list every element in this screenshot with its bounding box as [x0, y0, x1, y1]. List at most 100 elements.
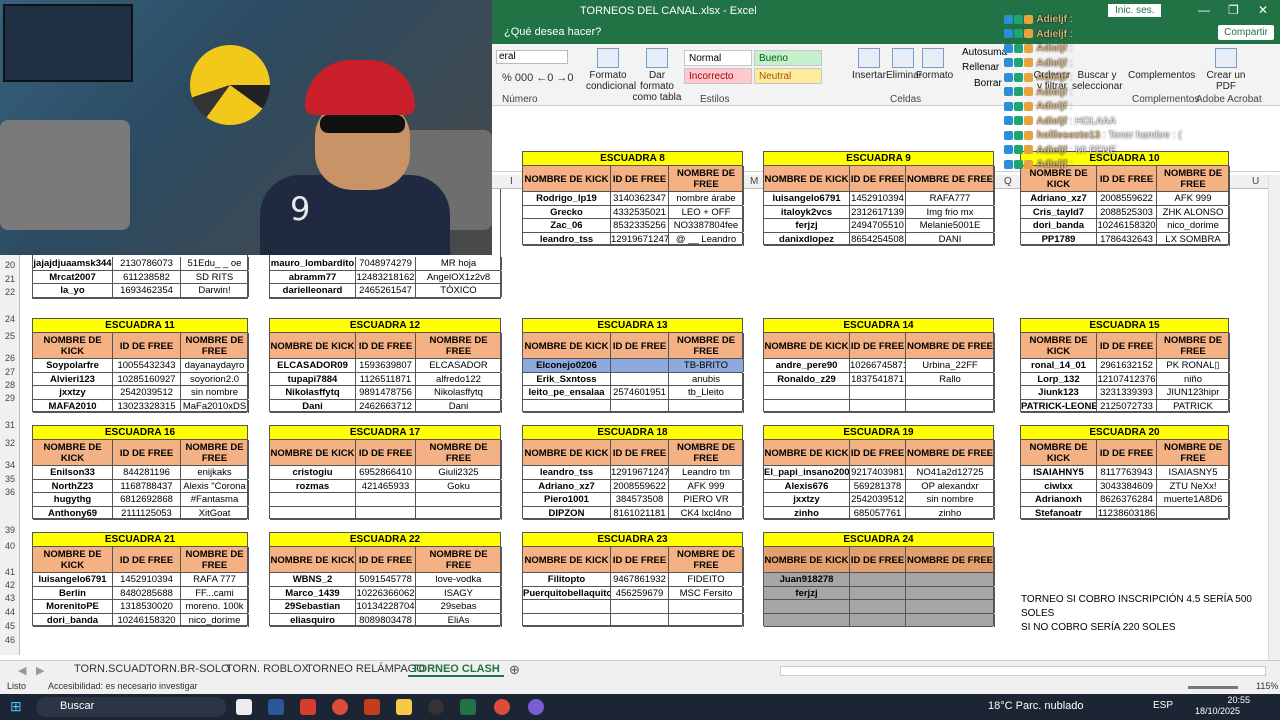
cell[interactable]: hugythg	[33, 493, 113, 506]
table-row[interactable]: Juan918278	[764, 573, 995, 587]
table-row[interactable]: Piero1001 384573508 PIERO VR	[523, 493, 744, 507]
cell[interactable]: MaFa2010xDS	[181, 399, 249, 413]
row-header[interactable]: 45	[0, 621, 20, 631]
cell[interactable]: Rallo	[906, 372, 995, 386]
cell[interactable]: 6952866410	[356, 466, 416, 479]
table-row[interactable]: italoyk2vcs 2312617139 Img frio mx	[764, 205, 995, 219]
cell[interactable]: Piero1001	[523, 493, 611, 506]
cell[interactable]: 10246158320	[113, 613, 181, 627]
squad-table[interactable]: ESCUADRA 14 NOMBRE DE KICK ID DE FREE NOMBR…	[763, 318, 995, 413]
cell[interactable]	[669, 613, 744, 627]
cell[interactable]	[270, 506, 356, 520]
cell[interactable]: SD RITS	[181, 270, 249, 284]
table-row[interactable]: ferjzj 2494705510 Melanie5001E	[764, 219, 995, 233]
zoom-level[interactable]: 115%	[1256, 681, 1278, 691]
table-row[interactable]: Adriano_xz7 2008559622 AFK 999	[1021, 192, 1230, 206]
cell[interactable]: Adriano_xz7	[1021, 192, 1097, 205]
cell[interactable]: dori_banda	[33, 613, 113, 627]
app-icon[interactable]	[528, 699, 544, 715]
tab-torn-scuad[interactable]: TORN.SCUAD	[70, 663, 151, 675]
cell[interactable]: Zac_06	[523, 219, 611, 232]
cell[interactable]: moreno. 100k	[181, 600, 249, 613]
cell[interactable]: AngelOX1z2v8	[416, 270, 502, 284]
cell[interactable]: soyorion2.0	[181, 372, 249, 386]
cell[interactable]: FF...cami	[181, 586, 249, 600]
cell[interactable]	[611, 372, 669, 386]
style-normal[interactable]: Normal	[684, 50, 752, 66]
cell[interactable]: 8117763943	[1097, 466, 1157, 479]
cell[interactable]: Dani	[416, 399, 502, 413]
style-incorrecto[interactable]: Incorrecto	[684, 68, 752, 84]
table-row[interactable]: PATRICK-LEONEL 2125072733 PATRICK	[1021, 399, 1230, 413]
cell[interactable]: 8626376284	[1097, 493, 1157, 506]
cell[interactable]: Alvieri123	[33, 372, 113, 386]
cell[interactable]: la_yo	[33, 284, 113, 297]
cell[interactable]: ZHK ALONSO	[1157, 205, 1230, 219]
cell[interactable]: sin nombre	[181, 386, 249, 399]
cell[interactable]: 6812692868	[113, 493, 181, 506]
cell[interactable]: eliasquiro	[270, 613, 356, 627]
table-row[interactable]: rozmas 421465933 Goku	[270, 479, 502, 493]
cell[interactable]	[764, 600, 850, 613]
cell[interactable]: 1126511871	[356, 372, 416, 386]
style-bueno[interactable]: Bueno	[754, 50, 822, 66]
cell[interactable]: Giuli2325	[416, 466, 502, 479]
cell[interactable]: 8480285688	[113, 586, 181, 600]
accessibility-status[interactable]: Accesibilidad: es necesario investigar	[48, 681, 198, 691]
cell[interactable]: tb_Lleito	[669, 386, 744, 399]
cell[interactable]: nombre árabe	[669, 192, 744, 205]
cell[interactable]	[669, 399, 744, 413]
cell[interactable]: abramm77	[270, 270, 356, 284]
cell[interactable]: @ __ Leandro	[669, 232, 744, 246]
squad-table[interactable]: ESCUADRA 9 NOMBRE DE KICK ID DE FREE NOMBRE…	[763, 151, 995, 246]
cell[interactable]: 1837541871	[850, 372, 906, 386]
excel-icon[interactable]	[460, 699, 476, 715]
style-neutral[interactable]: Neutral	[754, 68, 822, 84]
cell[interactable]: Urbina_22FF	[906, 359, 995, 372]
table-row[interactable]: Rodrigo_lp19 3140362347 nombre árabe	[523, 192, 744, 206]
row-header[interactable]: 46	[0, 635, 20, 645]
cell[interactable]: 5091545778	[356, 573, 416, 586]
clock-date[interactable]: 18/10/2025	[1195, 706, 1240, 716]
col-header[interactable]: M	[750, 176, 758, 187]
cell[interactable]	[611, 600, 669, 613]
cell[interactable]: Goku	[416, 479, 502, 493]
row-header[interactable]: 29	[0, 393, 20, 403]
cell[interactable]: 2574601951	[611, 386, 669, 399]
cell[interactable]: 1452910394	[113, 573, 181, 586]
cell[interactable]: 2008559622	[1097, 192, 1157, 205]
table-row[interactable]: Mrcat2007 611238582 SD RITS	[33, 270, 249, 284]
row-header[interactable]: 27	[0, 367, 20, 377]
cell[interactable]: 1452910394	[850, 192, 906, 205]
horizontal-scrollbar[interactable]	[780, 666, 1266, 676]
cell[interactable]: darielleonard	[270, 284, 356, 297]
cell[interactable]	[906, 399, 995, 413]
table-row[interactable]: Zac_06 8532335256 NO3387804fee	[523, 219, 744, 233]
clear-button[interactable]: Borrar	[974, 78, 1002, 89]
table-row[interactable]: Anthony69 2111125053 XitGoat	[33, 506, 249, 520]
squad-table[interactable]: ESCUADRA 15 NOMBRE DE KICK ID DE FREE NOMBR…	[1020, 318, 1230, 413]
table-row[interactable]	[764, 613, 995, 627]
col-header[interactable]: U	[1252, 176, 1259, 187]
cell[interactable]: 10266745871	[850, 359, 906, 372]
squad-table[interactable]: ESCUADRA 18 NOMBRE DE KICK ID DE FREE NOMBR…	[522, 425, 744, 520]
table-row[interactable]: Alvieri123 10285160927 soyorion2.0	[33, 372, 249, 386]
row-header[interactable]: 35	[0, 474, 20, 484]
cell[interactable]	[850, 386, 906, 399]
cell[interactable]: 10226366062	[356, 586, 416, 600]
table-row[interactable]	[270, 506, 502, 520]
chrome-icon[interactable]	[494, 699, 510, 715]
table-row[interactable]: DIPZON 8161021181 CK4 lxcl4no	[523, 506, 744, 520]
cell[interactable]: luisangelo6791	[764, 192, 850, 205]
cell[interactable]: Grecko	[523, 205, 611, 219]
cell[interactable]: Adriano_xz7	[523, 479, 611, 493]
cell[interactable]: Anthony69	[33, 506, 113, 520]
row-header[interactable]: 44	[0, 607, 20, 617]
squad-table[interactable]: ESCUADRA 19 NOMBRE DE KICK ID DE FREE NOMBR…	[763, 425, 995, 520]
cell[interactable]: Soypolarfre	[33, 359, 113, 372]
table-row[interactable]: Marco_1439 10226366062 ISAGY	[270, 586, 502, 600]
cell[interactable]: El_papi_insano2009	[764, 466, 850, 479]
weather-widget[interactable]: 18°C Parc. nublado	[988, 700, 1084, 712]
table-row[interactable]: WBNS_2 5091545778 love-vodka	[270, 573, 502, 587]
squad-table[interactable]: ESCUADRA 24 NOMBRE DE KICK ID DE FREE NOMBR…	[763, 532, 995, 627]
